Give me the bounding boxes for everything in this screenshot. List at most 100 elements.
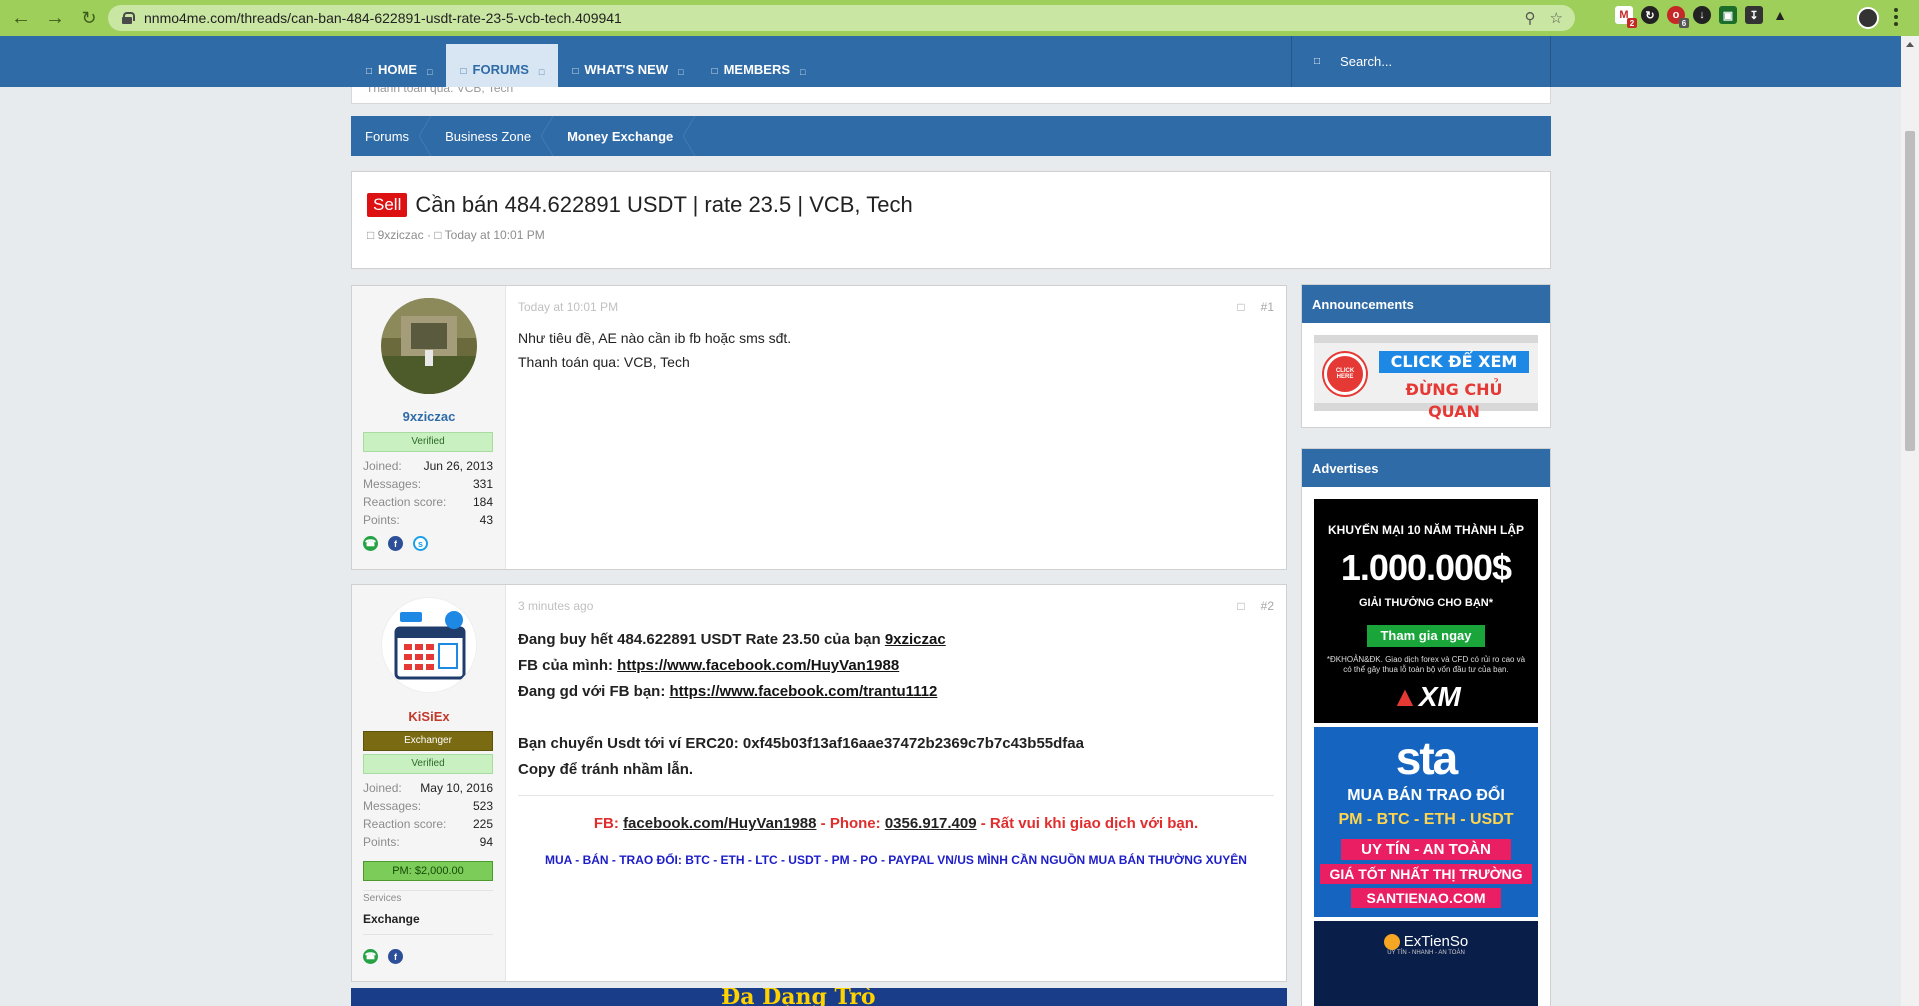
facebook-icon[interactable]: f bbox=[388, 949, 403, 964]
scroll-thumb[interactable] bbox=[1905, 131, 1915, 451]
forward-icon[interactable]: → bbox=[42, 5, 68, 31]
stat-points: Points: 94 bbox=[363, 835, 493, 853]
chevron-down-icon[interactable]: □ bbox=[678, 67, 683, 77]
stat-label: Points: bbox=[363, 513, 400, 527]
username[interactable]: 9xziczac bbox=[352, 409, 506, 424]
post-number[interactable]: #2 bbox=[1261, 599, 1274, 613]
stat-value: Jun 26, 2013 bbox=[423, 459, 493, 473]
extienso-logo: ExTienSo bbox=[1314, 933, 1538, 951]
post-user-panel: 9xziczac Verified Joined: Jun 26, 2013 Me… bbox=[352, 286, 506, 569]
gmail-ext-icon[interactable]: M2 bbox=[1615, 6, 1637, 28]
social-links: ☎ f s bbox=[363, 536, 428, 551]
save-ext-icon[interactable]: ↧ bbox=[1745, 6, 1763, 24]
stat-messages: Messages: 523 bbox=[363, 799, 493, 817]
xm-ad-banner[interactable]: KHUYẾN MẠI 10 NĂM THÀNH LẬP 1.000.000$ G… bbox=[1314, 499, 1538, 723]
zoom-icon[interactable]: ⚲ bbox=[1525, 9, 1536, 27]
facebook-icon[interactable]: f bbox=[388, 536, 403, 551]
stat-value: 331 bbox=[472, 477, 493, 491]
browser-menu-icon[interactable] bbox=[1893, 6, 1899, 28]
announcement-banner[interactable]: CLICK ĐỂ XEM ĐỪNG CHỦ QUAN CLICK HERE bbox=[1314, 335, 1538, 421]
user-stats: Joined: May 10, 2016 Messages: 523 Reactio… bbox=[363, 781, 493, 853]
search-box[interactable]: □ Search... bbox=[1291, 36, 1551, 87]
post-line: Bạn chuyển Usdt tới ví ERC20: 0xf45b03f1… bbox=[518, 735, 1084, 752]
breadcrumb-forums[interactable]: Forums bbox=[351, 116, 432, 156]
ad-line: GIẢI THƯỞNG CHO BẠN* bbox=[1358, 597, 1493, 609]
forums-icon: □ bbox=[460, 66, 467, 77]
tab-home[interactable]: □ HOME □ bbox=[352, 36, 446, 87]
sell-prefix-badge[interactable]: Sell bbox=[367, 193, 408, 217]
stat-label: Reaction score: bbox=[363, 495, 447, 509]
ad-amount: 1.000.000$ bbox=[1340, 547, 1512, 588]
scroll-up-arrow-icon[interactable] bbox=[1906, 42, 1914, 47]
graduation-ext-icon[interactable]: ▲ bbox=[1771, 6, 1789, 24]
post-body: 3 minutes ago □ #2 Đang buy hết 484.62289… bbox=[518, 585, 1274, 983]
user-stats: Joined: Jun 26, 2013 Messages: 331 Reactio… bbox=[363, 459, 493, 531]
share-icon[interactable]: □ bbox=[1237, 599, 1244, 613]
signature-phone-link[interactable]: 0356.917.409 bbox=[885, 815, 977, 832]
share-icon[interactable]: □ bbox=[1237, 300, 1244, 314]
whatsapp-icon[interactable]: ☎ bbox=[363, 536, 378, 551]
username[interactable]: KiSiEx bbox=[352, 709, 506, 724]
user-icon: □ bbox=[367, 228, 375, 242]
reload-icon[interactable]: ↻ bbox=[76, 5, 102, 31]
stat-joined: Joined: May 10, 2016 bbox=[363, 781, 493, 799]
user-mention-link[interactable]: 9xziczac bbox=[885, 631, 946, 648]
breadcrumb-money-exchange[interactable]: Money Exchange bbox=[553, 116, 696, 156]
address-bar[interactable]: nnmo4me.com/threads/can-ban-484-622891-u… bbox=[108, 5, 1575, 31]
stat-value: 94 bbox=[479, 835, 493, 849]
chevron-down-icon[interactable]: □ bbox=[427, 67, 432, 77]
stat-value: 225 bbox=[472, 817, 493, 831]
stat-value: 43 bbox=[479, 513, 493, 527]
screen-ext-icon[interactable]: ▣ bbox=[1719, 6, 1737, 24]
sta-ad-banner[interactable]: sta MUA BÁN TRAO ĐỔI PM - BTC - ETH - US… bbox=[1314, 727, 1538, 917]
pm-balance-badge: PM: $2,000.00 bbox=[363, 861, 493, 881]
tab-forums[interactable]: □ FORUMS □ bbox=[446, 44, 559, 87]
post-actions: □ #1 bbox=[1237, 300, 1274, 314]
post-date[interactable]: 3 minutes ago bbox=[518, 599, 593, 613]
stat-value: May 10, 2016 bbox=[420, 781, 493, 795]
search-placeholder: Search... bbox=[1340, 54, 1393, 69]
skype-icon[interactable]: s bbox=[413, 536, 428, 551]
post-line: Thanh toán qua: VCB, Tech bbox=[518, 354, 690, 370]
ad-cta-button[interactable]: Tham gia ngay bbox=[1367, 625, 1485, 647]
extienso-ad-banner[interactable]: ExTienSo UY TÍN - NHANH - AN TOÀN bbox=[1314, 921, 1538, 1006]
post-number[interactable]: #1 bbox=[1261, 300, 1274, 314]
page-scrollbar[interactable] bbox=[1901, 36, 1919, 1006]
chevron-down-icon[interactable]: □ bbox=[539, 67, 544, 77]
ad-line: PM - BTC - ETH - USDT bbox=[1338, 811, 1514, 828]
prev-fragment-text: Thanh toán qua: VCB, Tech bbox=[366, 87, 514, 95]
post-date[interactable]: Today at 10:01 PM bbox=[518, 300, 618, 314]
facebook-link[interactable]: https://www.facebook.com/trantu1112 bbox=[670, 683, 938, 700]
bottom-banner-ad[interactable]: Đa Dạng Trò bbox=[351, 988, 1287, 1006]
post-2: KiSiEx Exchanger Verified Joined: May 10,… bbox=[351, 584, 1287, 982]
ext-red-icon[interactable]: o6 bbox=[1667, 6, 1689, 28]
post-line-text: FB của mình: bbox=[518, 657, 618, 674]
whatsapp-icon[interactable]: ☎ bbox=[363, 949, 378, 964]
thread-author-link[interactable]: 9xziczac bbox=[378, 228, 424, 242]
signature-fb-link[interactable]: facebook.com/HuyVan1988 bbox=[623, 815, 816, 832]
avatar[interactable] bbox=[381, 298, 477, 394]
post-line: FB của mình: https://www.facebook.com/Hu… bbox=[518, 653, 1084, 679]
bookmark-star-icon[interactable]: ☆ bbox=[1550, 9, 1563, 27]
post-line: Copy để tránh nhầm lẫn. bbox=[518, 761, 694, 778]
thread-date-link[interactable]: Today at 10:01 PM bbox=[445, 228, 545, 242]
facebook-link[interactable]: https://www.facebook.com/HuyVan1988 bbox=[617, 657, 899, 674]
ad-line: UY TÍN - AN TOÀN bbox=[1341, 839, 1511, 860]
chevron-down-icon[interactable]: □ bbox=[800, 67, 805, 77]
back-icon[interactable]: ← bbox=[8, 5, 34, 31]
stat-label: Messages: bbox=[363, 799, 422, 813]
avatar[interactable] bbox=[381, 597, 477, 693]
profile-avatar[interactable] bbox=[1857, 7, 1879, 29]
sync-ext-icon[interactable]: ↻ bbox=[1641, 6, 1659, 24]
download-ext-icon[interactable]: ↓ bbox=[1693, 6, 1711, 24]
post-line: Đang buy hết 484.622891 USDT Rate 23.50 … bbox=[518, 627, 1084, 653]
tab-members[interactable]: □ MEMBERS □ bbox=[698, 36, 820, 87]
tab-whats-new[interactable]: □ WHAT'S NEW □ bbox=[558, 36, 697, 87]
tab-members-label: MEMBERS bbox=[723, 62, 791, 77]
sig-text: - Rất vui khi giao dịch với bạn. bbox=[976, 815, 1199, 832]
stat-label: Points: bbox=[363, 835, 400, 849]
breadcrumb-business-zone[interactable]: Business Zone bbox=[431, 116, 554, 156]
thread-header: Sell Cần bán 484.622891 USDT | rate 23.5… bbox=[351, 171, 1551, 269]
advertises-block: Advertises KHUYẾN MẠI 10 NĂM THÀNH LẬP 1… bbox=[1301, 448, 1551, 1006]
